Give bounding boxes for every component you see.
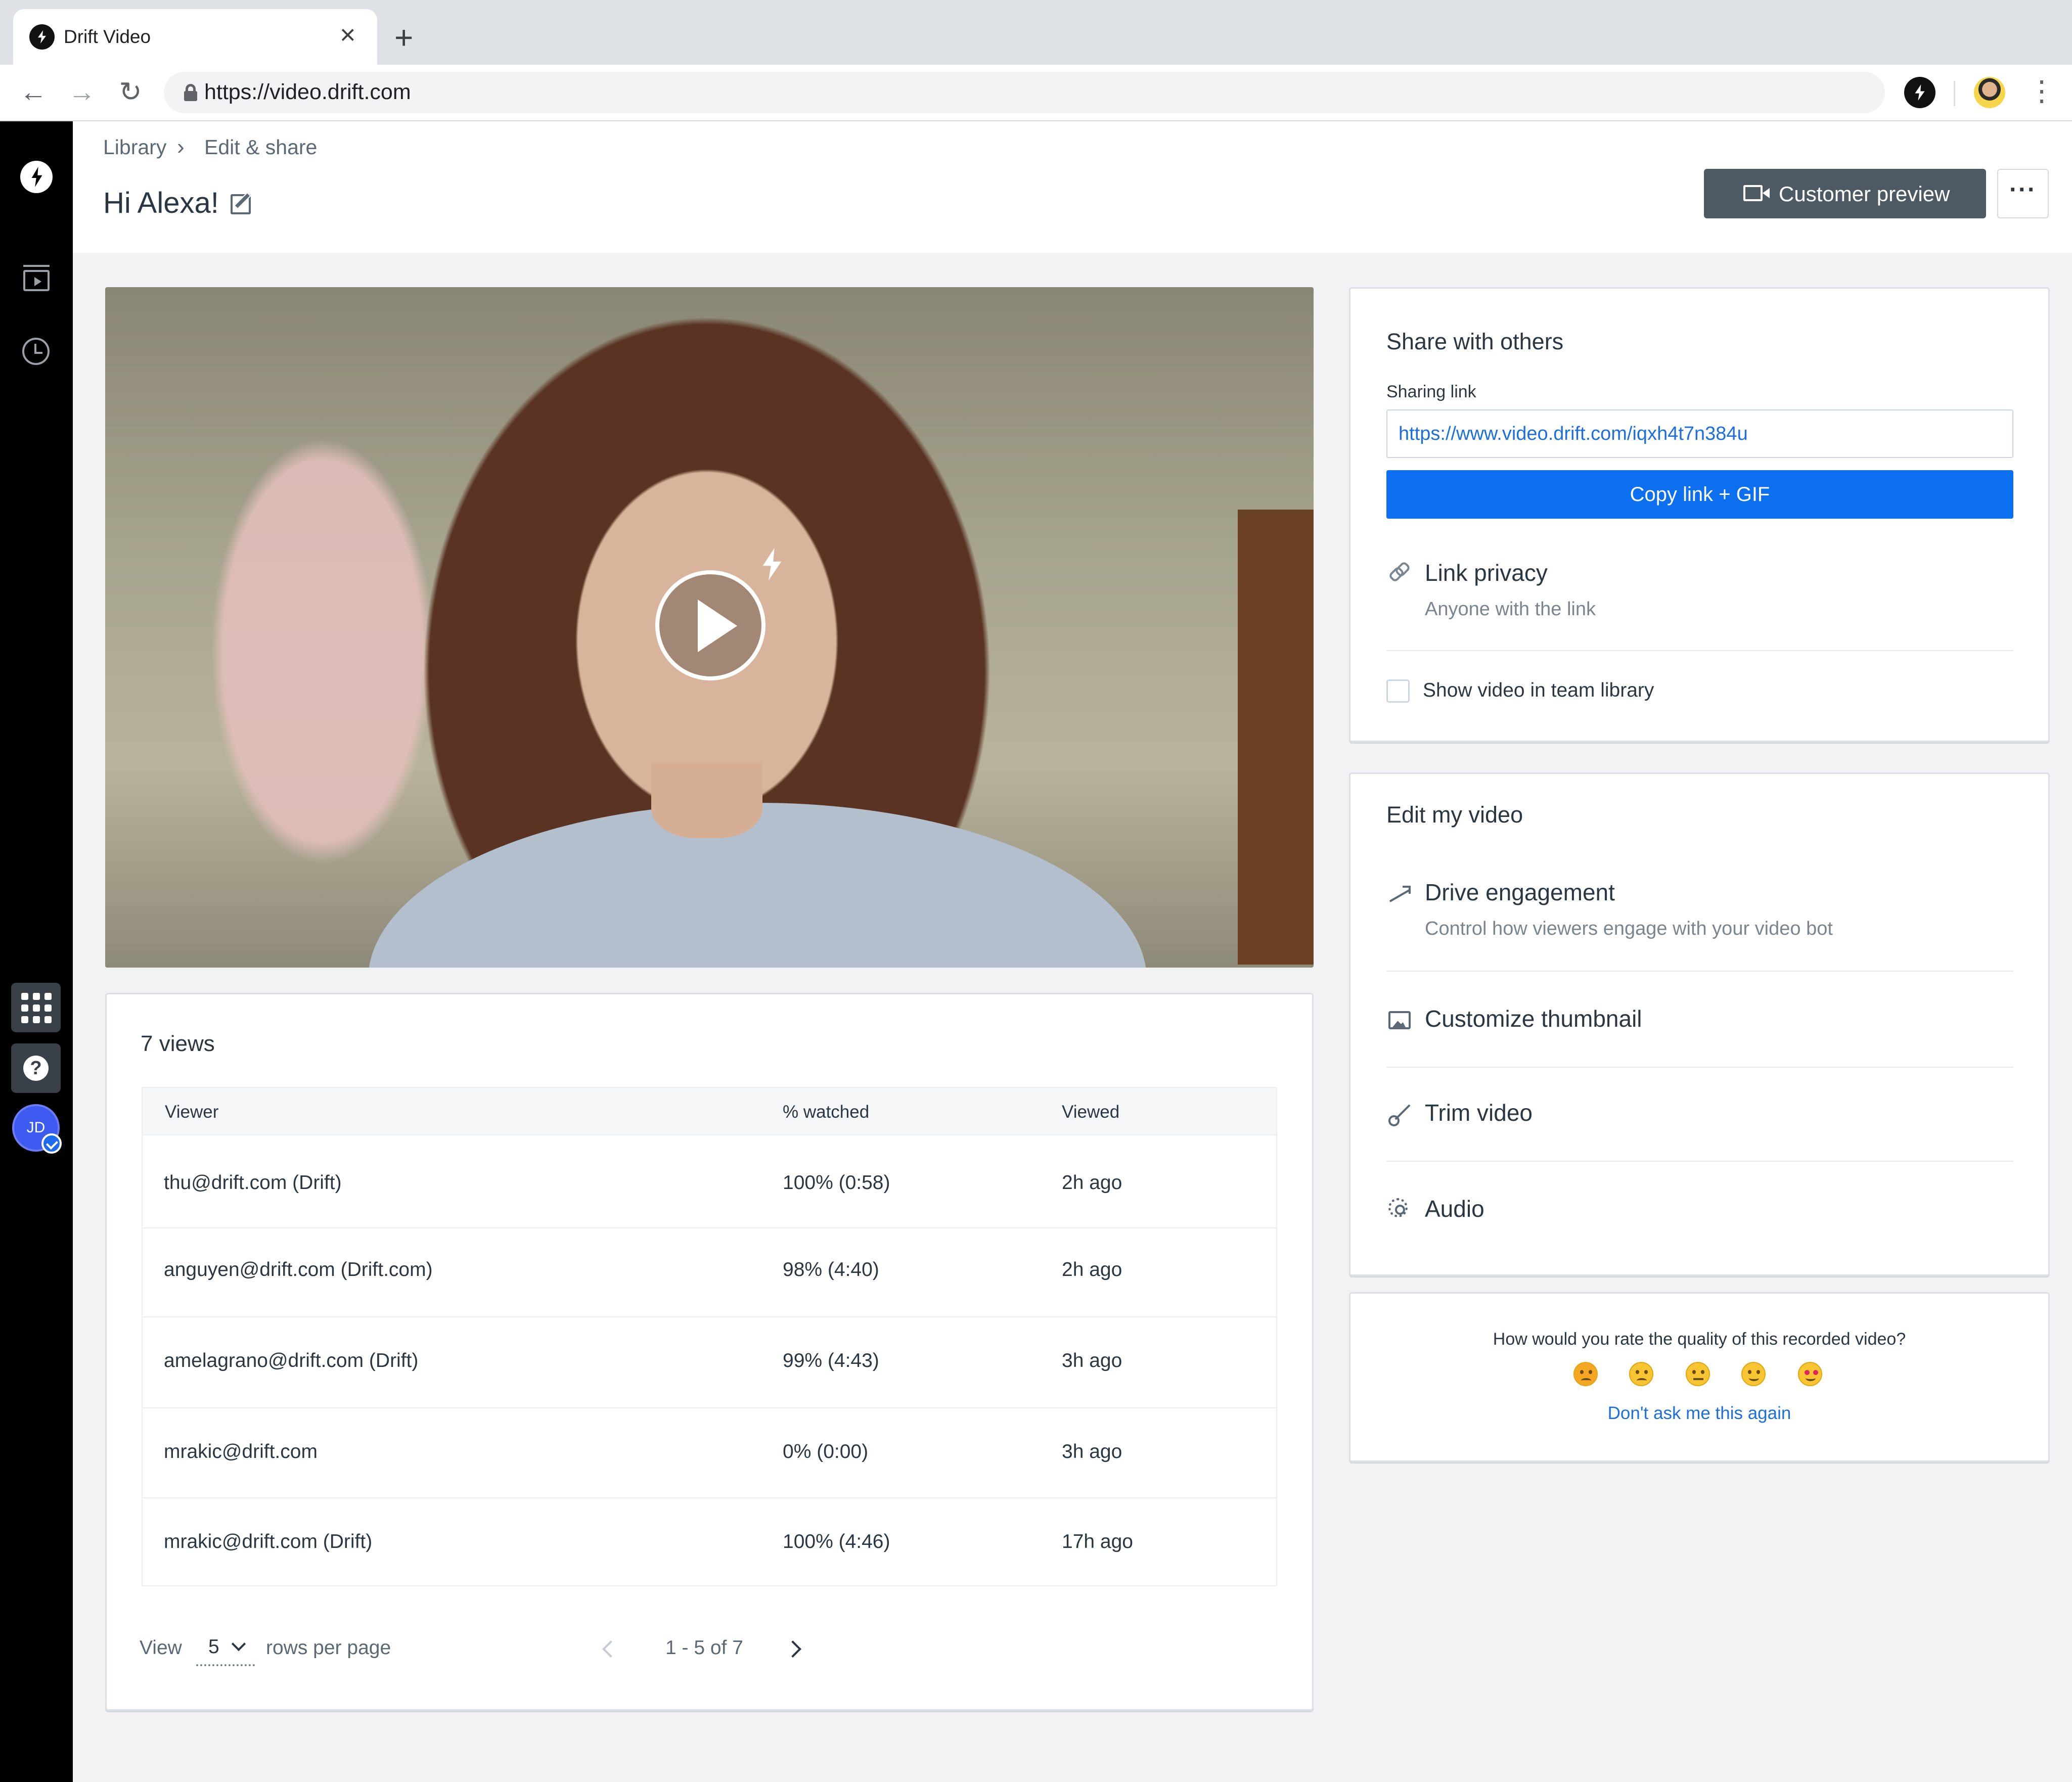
trim-icon [1388,1102,1411,1126]
row-divider [143,1497,1276,1498]
video-frame-shirt [368,803,1147,968]
new-tab-button[interactable]: + [394,21,413,54]
left-nav [0,121,73,1782]
row-divider [143,1407,1276,1408]
forward-arrow-icon[interactable]: → [66,76,98,108]
team-library-checkbox[interactable] [1386,679,1410,703]
viewed-cell: 3h ago [1062,1441,1122,1463]
drive-engagement-title[interactable]: Drive engagement [1425,879,1615,906]
customer-preview-label: Customer preview [1779,182,1950,206]
link-privacy-value[interactable]: Anyone with the link [1425,599,1596,620]
viewer-cell: amelagrano@drift.com (Drift) [164,1350,419,1372]
sharing-link-input[interactable] [1386,409,2013,458]
viewer-cell: mrakic@drift.com [164,1441,318,1463]
more-options-button[interactable]: ··· [1997,169,2049,218]
viewed-cell: 3h ago [1062,1350,1122,1372]
link-privacy-title[interactable]: Link privacy [1425,559,1548,586]
angry-face-icon[interactable] [1573,1362,1598,1386]
viewed-cell: 2h ago [1062,1259,1122,1281]
drift-extension-icon[interactable] [1904,77,1935,108]
share-divider [1386,650,2013,651]
breadcrumb-current: Edit & share [204,135,318,159]
help-icon[interactable]: ? [11,1043,61,1093]
breadcrumb-chevron-icon: › [177,134,185,159]
gear-icon [1388,1198,1408,1217]
lock-icon [184,84,197,101]
back-arrow-icon[interactable]: ← [17,76,50,108]
video-frame-neck [651,762,762,838]
browser-menu-icon[interactable]: ⋮ [2028,77,2056,108]
toolbar-divider [1954,81,1955,106]
row-divider [143,1316,1276,1317]
views-count-title: 7 views [141,1031,215,1056]
trending-up-icon [1388,884,1411,906]
edit-divider [1386,971,2013,972]
share-title: Share with others [1386,329,1564,354]
viewed-cell: 17h ago [1062,1531,1133,1552]
row-divider [143,1134,1276,1135]
tab-close-icon[interactable]: × [340,21,356,49]
watched-cell: 99% (4:43) [783,1350,879,1372]
row-divider [143,1227,1276,1228]
edit-divider [1386,1067,2013,1068]
viewer-cell: mrakic@drift.com (Drift) [164,1531,373,1552]
team-library-label[interactable]: Show video in team library [1423,679,1654,702]
sharing-link-label: Sharing link [1386,382,1476,401]
apps-grid-icon[interactable] [11,983,61,1032]
heart-eyes-face-icon[interactable] [1798,1362,1822,1386]
column-viewer: Viewer [165,1102,219,1122]
play-button-icon[interactable] [655,570,765,680]
views-table [142,1087,1277,1586]
address-bar[interactable] [164,72,1885,113]
happy-face-icon[interactable] [1741,1362,1766,1386]
column-viewed: Viewed [1062,1102,1120,1122]
watched-cell: 0% (0:00) [783,1441,869,1463]
watched-cell: 100% (0:58) [783,1172,890,1194]
edit-video-title: Edit my video [1386,802,1523,828]
breadcrumb-library[interactable]: Library [103,135,166,159]
rows-per-page-select[interactable]: 5 [196,1631,255,1666]
pagination-view-label: View [140,1637,182,1659]
viewer-cell: anguyen@drift.com (Drift.com) [164,1259,433,1281]
sad-face-icon[interactable] [1629,1362,1653,1386]
copy-link-gif-button[interactable]: Copy link + GIF [1386,470,2013,519]
audio-title[interactable]: Audio [1425,1195,1484,1222]
verified-check-icon [41,1133,62,1154]
edit-title-icon[interactable] [231,194,251,214]
video-frame-door [1238,510,1314,965]
watched-cell: 98% (4:40) [783,1259,879,1281]
video-library-icon[interactable] [23,265,50,291]
profile-avatar[interactable] [1974,77,2005,108]
dont-ask-again-link[interactable]: Don't ask me this again [1349,1403,2050,1424]
image-icon [1388,1011,1411,1029]
drift-logo-icon[interactable] [20,161,53,193]
rating-question: How would you rate the quality of this r… [1493,1330,1906,1349]
history-icon[interactable] [22,338,50,365]
link-icon [1389,562,1408,580]
pagination-range: 1 - 5 of 7 [665,1637,743,1659]
neutral-face-icon[interactable] [1686,1362,1710,1386]
rows-per-page-value: 5 [208,1636,219,1658]
chevron-down-icon [231,1636,246,1652]
rows-per-page-label: rows per page [266,1637,391,1659]
video-camera-icon [1743,185,1770,201]
customer-preview-button[interactable]: Customer preview [1704,169,1986,218]
customize-thumbnail-title[interactable]: Customize thumbnail [1425,1005,1642,1032]
browser-tab[interactable]: Drift Video × [13,9,377,65]
trim-video-title[interactable]: Trim video [1425,1099,1533,1126]
viewer-cell: thu@drift.com (Drift) [164,1172,342,1194]
column-percent-watched: % watched [783,1102,870,1122]
url-text[interactable]: https://video.drift.com [204,80,411,105]
page-title: Hi Alexa! [103,187,219,219]
watched-cell: 100% (4:46) [783,1531,890,1552]
tab-title: Drift Video [64,26,151,47]
reload-icon[interactable]: ↻ [114,76,147,108]
viewed-cell: 2h ago [1062,1172,1122,1194]
edit-divider [1386,1161,2013,1162]
drift-favicon-icon [29,24,55,50]
drive-engagement-sub: Control how viewers engage with your vid… [1425,918,1833,939]
